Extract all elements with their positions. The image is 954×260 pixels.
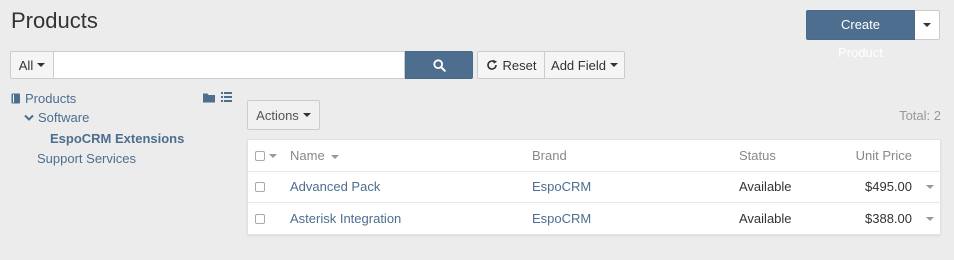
tree-tools	[203, 92, 232, 103]
filter-dropdown[interactable]: All	[10, 51, 54, 79]
actions-label: Actions	[256, 107, 299, 123]
tree-item-software[interactable]: Software	[24, 110, 89, 125]
row-name-link[interactable]: Advanced Pack	[290, 171, 380, 202]
row-actions-menu-icon[interactable]	[926, 217, 934, 221]
chevron-down-icon[interactable]	[24, 114, 34, 122]
table-row: Asterisk Integration EspoCRM Available $…	[248, 203, 942, 235]
row-actions-menu-icon[interactable]	[926, 185, 934, 189]
search-bar: All	[10, 51, 473, 79]
folder-icon[interactable]	[203, 92, 215, 103]
row-unit-price: $388.00	[865, 211, 912, 226]
caret-down-icon	[923, 23, 931, 27]
sort-desc-icon	[331, 154, 340, 159]
table-row: Advanced Pack EspoCRM Available $495.00	[248, 171, 942, 203]
row-brand-link[interactable]: EspoCRM	[532, 203, 591, 234]
select-all-checkbox[interactable]	[255, 151, 265, 161]
row-name-link[interactable]: Asterisk Integration	[290, 203, 401, 234]
caret-down-icon	[609, 63, 618, 67]
row-checkbox[interactable]	[255, 214, 265, 224]
create-dropdown-toggle[interactable]	[915, 10, 940, 40]
search-input[interactable]	[54, 51, 405, 79]
table-header-row: Name Brand Status Unit Price	[248, 140, 942, 172]
create-button-group: Create Product	[806, 10, 940, 60]
row-status: Available	[739, 179, 792, 194]
row-status: Available	[739, 211, 792, 226]
row-unit-price: $495.00	[865, 179, 912, 194]
tree-label-support-services: Support Services	[37, 151, 136, 166]
actions-button[interactable]: Actions	[247, 100, 320, 130]
add-field-label: Add Field	[551, 57, 606, 73]
tree-label-products: Products	[25, 91, 77, 106]
caret-down-icon	[37, 63, 46, 67]
tree-label-espocrm-extensions: EspoCRM Extensions	[50, 131, 185, 146]
tree-item-products[interactable]: Products	[11, 91, 76, 106]
add-field-button[interactable]: Add Field	[544, 51, 625, 79]
caret-down-icon	[302, 113, 311, 117]
total-count: Total: 2	[899, 108, 941, 123]
list-icon[interactable]	[221, 92, 232, 102]
select-all-menu-icon[interactable]	[269, 154, 277, 158]
products-table: Name Brand Status Unit Price Advanced Pa…	[247, 139, 942, 235]
search-icon	[432, 58, 446, 72]
tree-label-software: Software	[38, 110, 90, 125]
filter-label: All	[18, 57, 34, 73]
column-header-status[interactable]: Status	[739, 140, 776, 171]
search-button[interactable]	[405, 51, 473, 79]
tree-item-espocrm-extensions[interactable]: EspoCRM Extensions	[50, 131, 184, 146]
column-header-brand[interactable]: Brand	[532, 140, 567, 171]
create-product-button[interactable]: Create Product	[806, 10, 915, 60]
book-icon	[11, 93, 20, 104]
refresh-icon	[486, 59, 497, 70]
row-brand-link[interactable]: EspoCRM	[532, 171, 591, 202]
column-header-unit-price[interactable]: Unit Price	[822, 140, 912, 171]
reset-label: Reset	[502, 57, 537, 73]
row-checkbox[interactable]	[255, 182, 265, 192]
column-header-name-label: Name	[290, 148, 325, 163]
page-title: Products	[11, 8, 98, 33]
tree-item-support-services[interactable]: Support Services	[37, 151, 136, 166]
column-header-name[interactable]: Name	[290, 140, 340, 171]
reset-button[interactable]: Reset	[477, 51, 545, 79]
